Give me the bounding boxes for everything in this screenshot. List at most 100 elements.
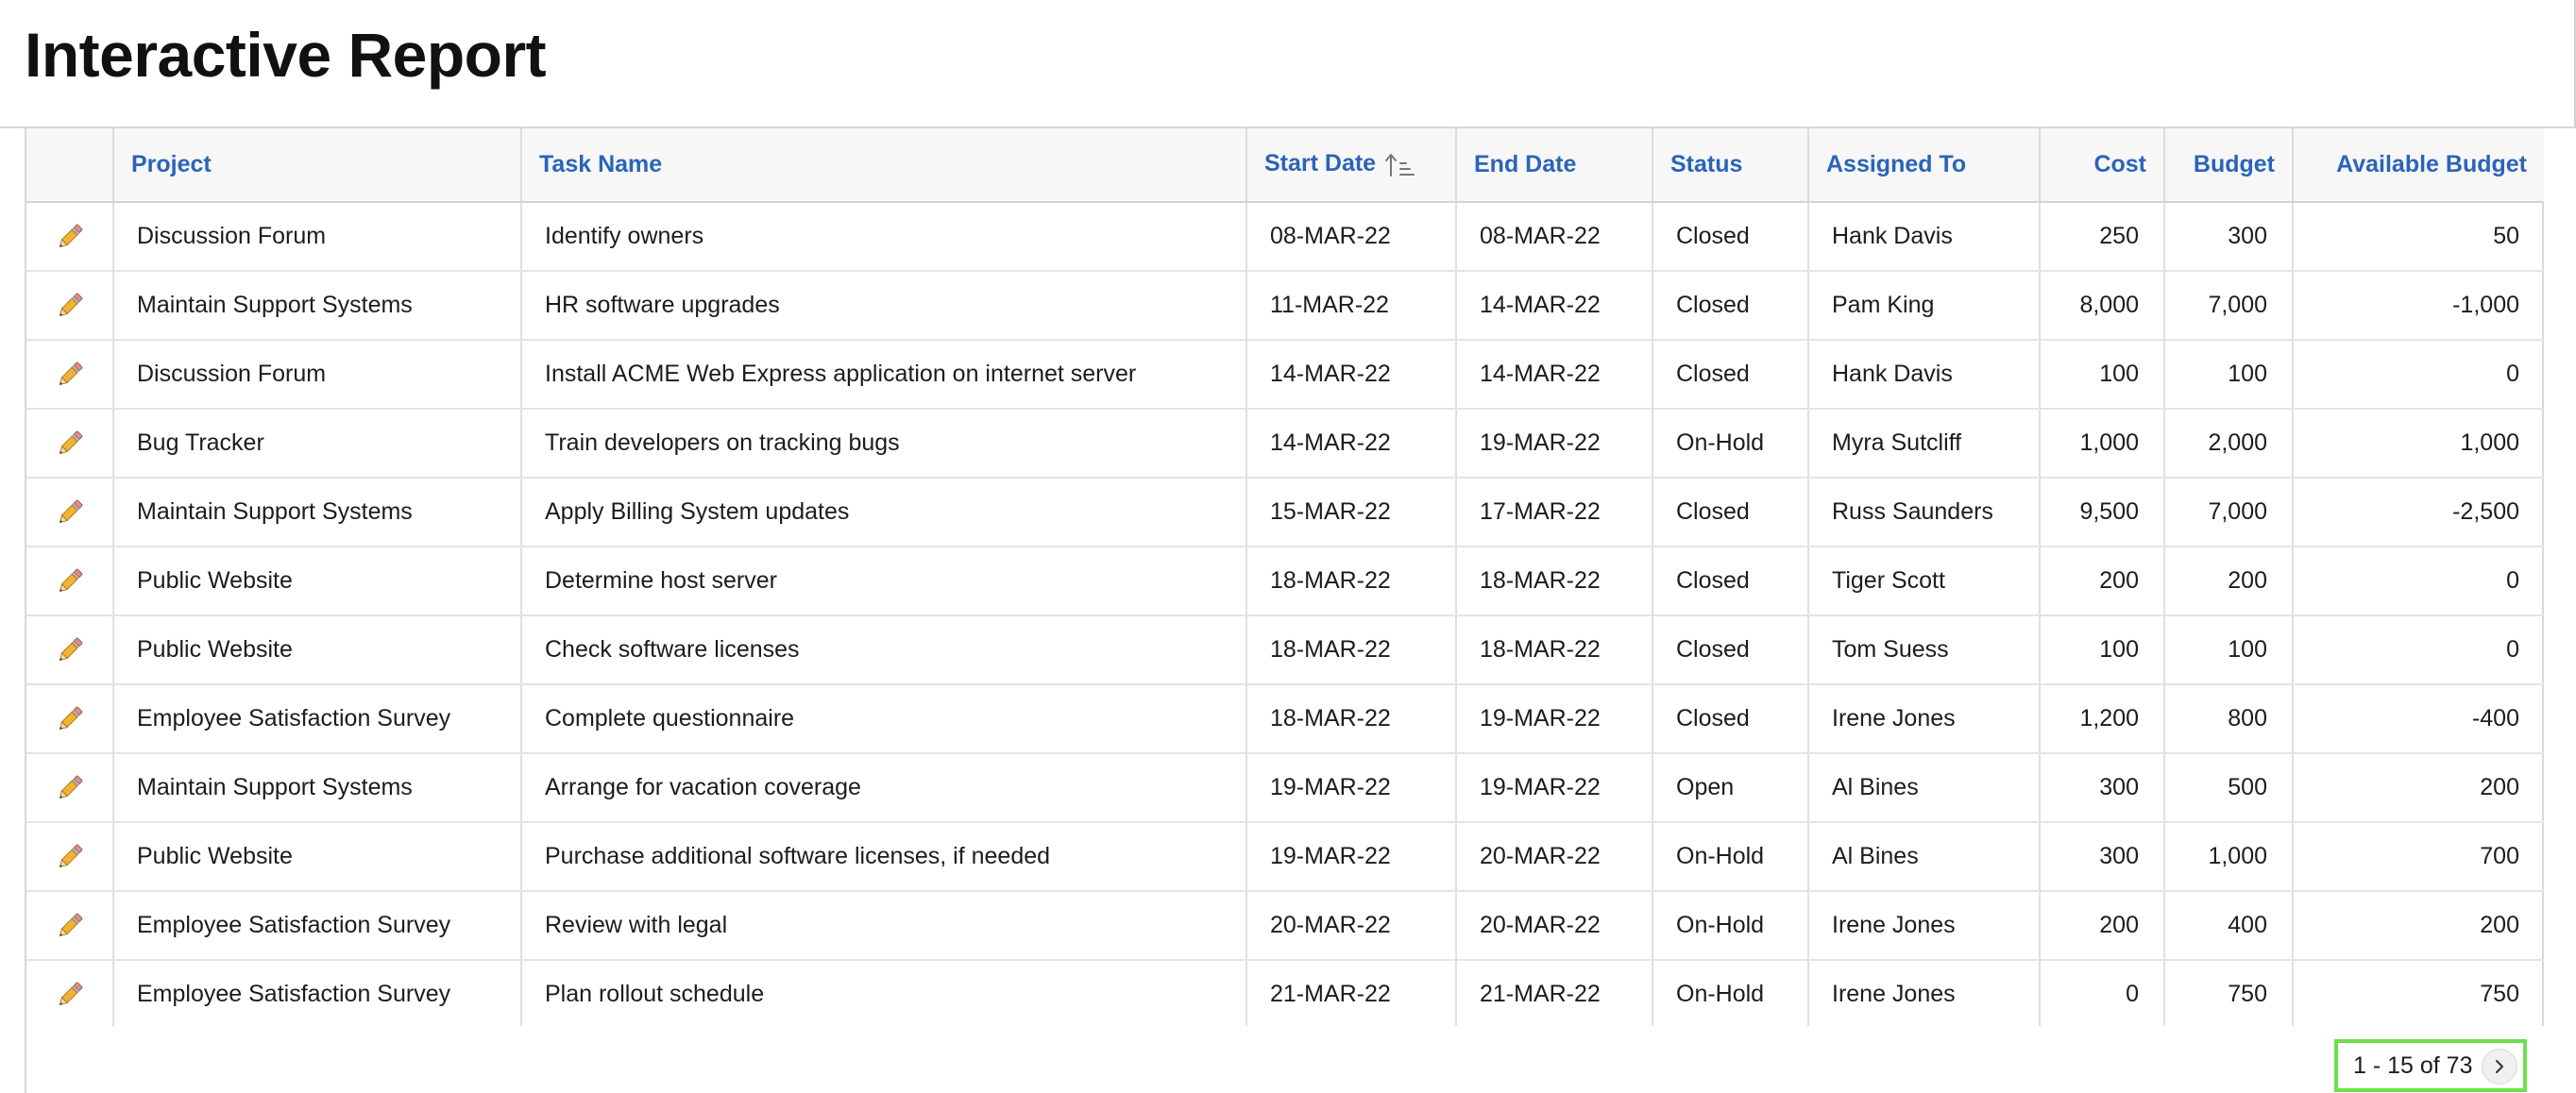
column-header-start-date[interactable]: Start Date bbox=[1246, 128, 1457, 203]
task-name-cell: Purchase additional software licenses, i… bbox=[521, 822, 1247, 892]
next-page-button[interactable] bbox=[2482, 1049, 2517, 1085]
column-header-end-date[interactable]: End Date bbox=[1456, 128, 1653, 203]
project-cell: Maintain Support Systems bbox=[113, 753, 522, 823]
edit-row-link[interactable] bbox=[54, 910, 86, 942]
status-cell: Closed bbox=[1652, 684, 1809, 754]
edit-row-link[interactable] bbox=[54, 496, 86, 529]
budget-cell: 7,000 bbox=[2164, 478, 2294, 547]
edit-row-link[interactable] bbox=[54, 290, 86, 322]
pencil-icon[interactable] bbox=[54, 910, 86, 942]
edit-cell bbox=[26, 891, 114, 961]
project-cell: Employee Satisfaction Survey bbox=[113, 891, 522, 961]
budget-cell: 100 bbox=[2164, 615, 2294, 685]
edit-row-link[interactable] bbox=[54, 634, 86, 666]
start-date-cell: 14-MAR-22 bbox=[1246, 340, 1457, 410]
edit-row-link[interactable] bbox=[54, 979, 86, 1011]
column-header-label[interactable]: Assigned To bbox=[1826, 151, 1966, 177]
cost-cell: 300 bbox=[2040, 753, 2165, 823]
task-name-cell: Plan rollout schedule bbox=[521, 960, 1247, 1030]
assigned-to-cell: Hank Davis bbox=[1808, 202, 2041, 272]
column-header-label[interactable]: Available Budget bbox=[2336, 151, 2527, 177]
available-budget-cell: -400 bbox=[2293, 684, 2544, 754]
start-date-cell: 15-MAR-22 bbox=[1246, 478, 1457, 547]
available-budget-cell: 750 bbox=[2293, 960, 2544, 1030]
column-header-label[interactable]: Project bbox=[131, 151, 212, 177]
project-cell: Bug Tracker bbox=[113, 409, 522, 479]
task-name-cell: Complete questionnaire bbox=[521, 684, 1247, 754]
cost-cell: 300 bbox=[2040, 822, 2165, 892]
column-header-cost[interactable]: Cost bbox=[2040, 128, 2165, 203]
column-header-label[interactable]: Cost bbox=[2093, 151, 2146, 177]
edit-row-link[interactable] bbox=[54, 841, 86, 873]
budget-cell: 500 bbox=[2164, 753, 2294, 823]
edit-row-link[interactable] bbox=[54, 359, 86, 391]
column-header-label[interactable]: End Date bbox=[1474, 151, 1576, 177]
task-name-cell: HR software upgrades bbox=[521, 271, 1247, 341]
assigned-to-cell: Al Bines bbox=[1808, 753, 2041, 823]
sort-ascending-icon[interactable] bbox=[1383, 151, 1415, 179]
project-cell: Discussion Forum bbox=[113, 340, 522, 410]
pencil-icon[interactable] bbox=[54, 290, 86, 322]
end-date-cell: 21-MAR-22 bbox=[1456, 960, 1653, 1030]
table-row: Public Website Check software licenses 18-… bbox=[26, 615, 2544, 685]
task-name-cell: Identify owners bbox=[521, 202, 1247, 272]
end-date-cell: 18-MAR-22 bbox=[1456, 615, 1653, 685]
column-header-task-name[interactable]: Task Name bbox=[521, 128, 1247, 203]
available-budget-cell: 0 bbox=[2293, 546, 2544, 616]
end-date-cell: 17-MAR-22 bbox=[1456, 478, 1653, 547]
edit-row-link[interactable] bbox=[54, 565, 86, 597]
column-header-assigned-to[interactable]: Assigned To bbox=[1808, 128, 2041, 203]
task-name-cell: Determine host server bbox=[521, 546, 1247, 616]
status-cell: Closed bbox=[1652, 546, 1809, 616]
column-header-project[interactable]: Project bbox=[113, 128, 522, 203]
budget-cell: 200 bbox=[2164, 546, 2294, 616]
edit-row-link[interactable] bbox=[54, 428, 86, 460]
edit-row-link[interactable] bbox=[54, 221, 86, 253]
status-cell: Closed bbox=[1652, 478, 1809, 547]
available-budget-cell: 0 bbox=[2293, 615, 2544, 685]
column-header-label[interactable]: Task Name bbox=[539, 151, 662, 177]
available-budget-cell: 700 bbox=[2293, 822, 2544, 892]
title-bar: Interactive Report bbox=[0, 0, 2576, 128]
pencil-icon[interactable] bbox=[54, 634, 86, 666]
pencil-icon[interactable] bbox=[54, 979, 86, 1011]
edit-cell bbox=[26, 271, 114, 341]
available-budget-cell: 200 bbox=[2293, 753, 2544, 823]
pencil-icon[interactable] bbox=[54, 496, 86, 529]
end-date-cell: 19-MAR-22 bbox=[1456, 409, 1653, 479]
edit-cell bbox=[26, 478, 114, 547]
task-name-cell: Check software licenses bbox=[521, 615, 1247, 685]
assigned-to-cell: Al Bines bbox=[1808, 822, 2041, 892]
pencil-icon[interactable] bbox=[54, 841, 86, 873]
edit-cell bbox=[26, 753, 114, 823]
column-header-status[interactable]: Status bbox=[1652, 128, 1809, 203]
table-row: Employee Satisfaction Survey Complete que… bbox=[26, 684, 2544, 754]
pencil-icon[interactable] bbox=[54, 359, 86, 391]
table-row: Maintain Support Systems HR software upgr… bbox=[26, 271, 2544, 341]
pencil-icon[interactable] bbox=[54, 565, 86, 597]
budget-cell: 100 bbox=[2164, 340, 2294, 410]
pencil-icon[interactable] bbox=[54, 428, 86, 460]
column-header-available-budget[interactable]: Available Budget bbox=[2293, 128, 2544, 203]
page-title: Interactive Report bbox=[25, 20, 547, 90]
edit-row-link[interactable] bbox=[54, 772, 86, 804]
column-header-budget[interactable]: Budget bbox=[2164, 128, 2294, 203]
available-budget-cell: -1,000 bbox=[2293, 271, 2544, 341]
project-cell: Discussion Forum bbox=[113, 202, 522, 272]
end-date-cell: 14-MAR-22 bbox=[1456, 340, 1653, 410]
edit-row-link[interactable] bbox=[54, 703, 86, 735]
column-header-label[interactable]: Budget bbox=[2194, 151, 2275, 177]
pencil-icon[interactable] bbox=[54, 772, 86, 804]
status-cell: Closed bbox=[1652, 202, 1809, 272]
start-date-cell: 19-MAR-22 bbox=[1246, 753, 1457, 823]
column-header-label[interactable]: Start Date bbox=[1264, 150, 1376, 177]
pencil-icon[interactable] bbox=[54, 703, 86, 735]
edit-cell bbox=[26, 615, 114, 685]
table-row: Maintain Support Systems Apply Billing Sy… bbox=[26, 478, 2544, 547]
column-header-label[interactable]: Status bbox=[1670, 151, 1742, 177]
start-date-cell: 18-MAR-22 bbox=[1246, 546, 1457, 616]
end-date-cell: 08-MAR-22 bbox=[1456, 202, 1653, 272]
edit-cell bbox=[26, 822, 114, 892]
end-date-cell: 20-MAR-22 bbox=[1456, 891, 1653, 961]
pencil-icon[interactable] bbox=[54, 221, 86, 253]
